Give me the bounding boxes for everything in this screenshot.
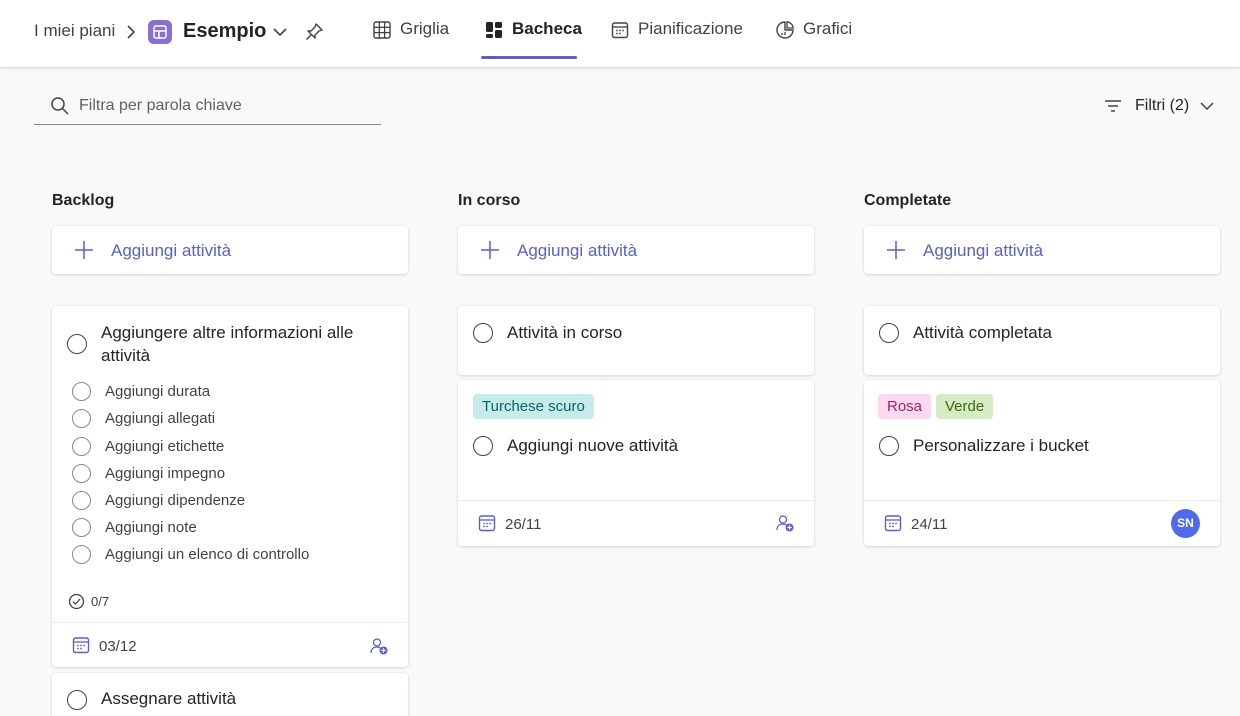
add-task-label: Aggiungi attività	[923, 241, 1044, 260]
task-title: Aggiungere altre informazioni alle attiv…	[101, 323, 354, 365]
checklist-item: Aggiungi dipendenze	[105, 492, 246, 509]
card-divider	[458, 500, 814, 501]
add-task-button-backlog[interactable]: Aggiungi attività	[52, 226, 408, 274]
checklist-item-checkbox[interactable]	[72, 409, 91, 428]
filters-label: Filtri (2)	[1135, 97, 1190, 114]
calendar-icon	[72, 637, 90, 654]
add-task-button-completed[interactable]: Aggiungi attività	[864, 226, 1220, 274]
grid-icon	[373, 21, 391, 39]
progress-label: 0/7	[91, 593, 110, 609]
task-card[interactable]: Turchese scuro Aggiungi nuove attività 2…	[458, 380, 814, 546]
task-title: Personalizzare i bucket	[913, 436, 1089, 455]
search-placeholder: Filtra per parola chiave	[79, 97, 242, 114]
checklist-item: Aggiungi etichette	[105, 438, 225, 455]
complete-task-checkbox[interactable]	[67, 334, 87, 354]
tab-charts[interactable]: Grafici	[775, 0, 852, 68]
chevron-down-icon	[1200, 102, 1214, 111]
checklist-item-checkbox[interactable]	[72, 464, 91, 483]
due-date[interactable]: 26/11	[505, 516, 541, 533]
bucket-title-in-progress[interactable]: In corso	[458, 192, 520, 210]
add-task-button-in-progress[interactable]: Aggiungi attività	[458, 226, 814, 274]
chevron-down-icon[interactable]	[272, 25, 288, 39]
plan-title[interactable]: Esempio	[183, 20, 266, 43]
bucket-title-backlog[interactable]: Backlog	[52, 192, 114, 210]
bucket-title-completed[interactable]: Completate	[864, 192, 951, 210]
complete-task-checkbox[interactable]	[67, 690, 87, 710]
checklist-item: Aggiungi note	[105, 519, 197, 536]
breadcrumb-my-plans[interactable]: I miei piani	[34, 21, 115, 41]
tab-label: Pianificazione	[638, 19, 743, 38]
calendar-icon	[611, 22, 629, 39]
task-card[interactable]: Rosa Verde Personalizzare i bucket 24/11…	[864, 380, 1220, 546]
chart-icon	[776, 21, 794, 39]
tab-label: Bacheca	[512, 19, 582, 38]
add-task-label: Aggiungi attività	[111, 241, 232, 260]
task-title: Assegnare attività	[101, 689, 237, 708]
filter-icon	[1105, 100, 1121, 112]
chevron-right-icon	[127, 25, 136, 39]
task-title: Aggiungi nuove attività	[507, 436, 679, 455]
checklist-item-checkbox[interactable]	[72, 545, 91, 564]
checklist-item: Aggiungi durata	[105, 383, 211, 400]
board-icon	[486, 22, 502, 38]
complete-task-checkbox[interactable]	[879, 323, 899, 343]
checklist-item: Aggiungi impegno	[105, 465, 226, 482]
due-date[interactable]: 24/11	[911, 516, 947, 533]
complete-task-checkbox[interactable]	[473, 323, 493, 343]
label-tag: Turchese scuro	[473, 394, 594, 419]
checklist-item: Aggiungi un elenco di controllo	[105, 546, 310, 563]
task-card[interactable]: Aggiungere altre informazioni alle attiv…	[52, 306, 408, 667]
tab-schedule[interactable]: Pianificazione	[610, 0, 743, 68]
tab-label: Grafici	[803, 19, 853, 38]
avatar[interactable]: SN	[1171, 509, 1200, 538]
active-tab-indicator	[481, 56, 577, 59]
label-tag: Verde	[936, 394, 994, 419]
card-divider	[864, 500, 1220, 501]
complete-task-checkbox[interactable]	[473, 436, 493, 456]
task-card[interactable]: Assegnare attività	[52, 673, 408, 716]
task-title: Attività completata	[913, 323, 1052, 342]
add-task-label: Aggiungi attività	[517, 241, 638, 260]
assign-person-icon[interactable]	[370, 637, 388, 655]
task-title: Attività in corso	[507, 323, 623, 342]
card-divider	[52, 622, 408, 623]
tab-grid[interactable]: Griglia	[372, 0, 449, 68]
task-card[interactable]: Attività in corso	[458, 306, 814, 375]
assign-person-icon[interactable]	[776, 514, 794, 532]
filters-button[interactable]: Filtri (2)	[1103, 95, 1215, 117]
checklist-item-checkbox[interactable]	[72, 491, 91, 510]
search-icon	[51, 97, 69, 115]
checklist-progress: 0/7	[68, 592, 109, 610]
task-card[interactable]: Attività completata	[864, 306, 1220, 375]
pin-icon[interactable]	[304, 22, 324, 42]
checklist-item-checkbox[interactable]	[72, 382, 91, 401]
plan-icon	[148, 20, 172, 44]
due-date[interactable]: 03/12	[99, 638, 137, 655]
calendar-icon	[478, 515, 496, 532]
complete-task-checkbox[interactable]	[879, 436, 899, 456]
label-tag: Rosa	[878, 394, 932, 419]
plus-icon	[887, 241, 905, 259]
checklist-item-checkbox[interactable]	[72, 437, 91, 456]
plus-icon	[75, 241, 93, 259]
plus-icon	[481, 241, 499, 259]
top-header: I miei piani Esempio Griglia Bacheca Pia…	[0, 0, 1240, 68]
checklist-item-checkbox[interactable]	[72, 518, 91, 537]
calendar-icon	[884, 515, 902, 532]
checklist-item: Aggiungi allegati	[105, 410, 216, 427]
tab-label: Griglia	[400, 19, 450, 38]
check-circle-icon	[68, 593, 85, 609]
search-input[interactable]: Filtra per parola chiave	[34, 88, 381, 125]
